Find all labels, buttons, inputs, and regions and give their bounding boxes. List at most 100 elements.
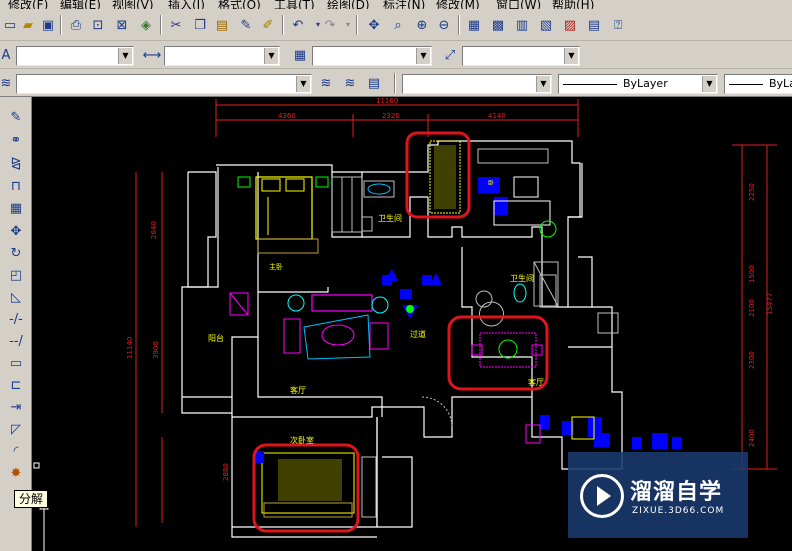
label-balcony: 阳台 <box>208 333 224 343</box>
trim-icon[interactable]: -/- <box>6 309 26 329</box>
paste-icon[interactable]: ▤ <box>212 15 232 35</box>
bathroom-2: 卫生间 <box>475 273 557 308</box>
layers-toolbar: ≋ ▼ ≋ ≋ ▤ ▼ ByLayer▼ ByLa <box>0 69 792 97</box>
dim-overall-width: 11160 <box>376 97 398 105</box>
rotate-icon[interactable]: ↻ <box>6 243 26 263</box>
break-icon[interactable]: ⊏ <box>6 375 26 395</box>
second-bedroom: 次卧室 <box>254 435 355 518</box>
copy-object-icon[interactable]: ⚭ <box>6 130 26 150</box>
open-icon[interactable]: ▰ <box>18 15 38 35</box>
print-icon[interactable]: ⎙ <box>66 15 86 35</box>
match-properties-icon[interactable]: ✎ <box>236 15 256 35</box>
explode-icon[interactable]: ✸ <box>6 463 26 483</box>
sheet-set-icon[interactable]: ▧ <box>536 15 556 35</box>
menu-modify-file[interactable]: 修改(F) <box>8 0 48 9</box>
styles-toolbar: A ▼ ⟷ ▼ ▦ ▼ ⤢ ▼ <box>0 41 792 69</box>
dining-furniture: 客厅 <box>471 332 544 387</box>
layer-states-icon[interactable]: ▤ <box>364 73 384 93</box>
lineweight-select[interactable]: ByLa <box>724 74 792 94</box>
color-select[interactable]: ▼ <box>402 74 552 94</box>
walls <box>181 140 623 538</box>
new-icon[interactable]: ▭ <box>0 15 20 35</box>
label-bathroom-2: 卫生间 <box>510 273 534 283</box>
offset-icon[interactable]: ⊓ <box>6 176 26 196</box>
linetype-select[interactable]: ByLayer ▼ <box>558 74 718 94</box>
undo-icon[interactable]: ↶ <box>288 15 308 35</box>
multileader-style-icon[interactable]: ⤢ <box>440 45 460 65</box>
layer-manager-icon[interactable]: ≋ <box>0 73 16 93</box>
redo-dropdown-icon[interactable]: ▾ <box>338 15 358 35</box>
menu-tools[interactable]: 工具(T) <box>274 0 315 9</box>
publish-icon[interactable]: ⊠ <box>112 15 132 35</box>
modify-toolbar: ✎ ⚭ ⧎ ⊓ ▦ ✥ ↻ ◰ ◺ -/- --/ ▭ ⊏ ⇥ ◸ ◜ ✸ <box>0 97 32 551</box>
help-icon[interactable]: ⍰ <box>608 15 628 35</box>
3d-dwf-icon[interactable]: ◈ <box>136 15 156 35</box>
dim-right-total: 15477 <box>766 293 774 315</box>
extend-icon[interactable]: --/ <box>6 331 26 351</box>
menu-insert[interactable]: 插入(I) <box>168 0 205 9</box>
table-style-select[interactable]: ▼ <box>312 46 432 66</box>
text-style-icon[interactable]: A <box>0 45 16 65</box>
dim-right-3: 2100 <box>748 299 756 317</box>
text-style-select[interactable]: ▼ <box>16 46 134 66</box>
move-icon[interactable]: ✥ <box>6 221 26 241</box>
zoom-previous-icon[interactable]: ⊖ <box>434 15 454 35</box>
join-icon[interactable]: ⇥ <box>6 397 26 417</box>
menu-modify[interactable]: 修改(M) <box>436 0 480 9</box>
dim-left-upper: 2640 <box>150 221 158 239</box>
dim-segment-3: 4140 <box>488 112 506 120</box>
layer-select[interactable]: ▼ <box>16 74 312 94</box>
zoom-realtime-icon[interactable]: ⌕ <box>388 15 408 35</box>
menu-edit[interactable]: 编辑(E) <box>60 0 101 9</box>
menu-view[interactable]: 视图(V) <box>112 0 154 9</box>
menu-help[interactable]: 帮助(H) <box>552 0 594 9</box>
menu-window[interactable]: 窗口(W) <box>496 0 541 9</box>
label-corridor: 过道 <box>410 329 426 339</box>
svg-text:卧: 卧 <box>488 179 494 187</box>
scale-icon[interactable]: ◰ <box>6 265 26 285</box>
markup-icon[interactable]: ▨ <box>560 15 580 35</box>
dim-right-2: 1500 <box>748 265 756 283</box>
dim-segment-1: 4360 <box>278 112 296 120</box>
dim-right-4: 2300 <box>748 351 756 369</box>
save-icon[interactable]: ▣ <box>38 15 58 35</box>
array-icon[interactable]: ▦ <box>6 198 26 218</box>
cut-icon[interactable]: ✂ <box>166 15 186 35</box>
menu-bar: 修改(F) 编辑(E) 视图(V) 插入(I) 格式(O) 工具(T) 绘图(D… <box>0 0 792 9</box>
fillet-icon[interactable]: ◜ <box>6 441 26 461</box>
dim-style-select[interactable]: ▼ <box>164 46 280 66</box>
properties-icon[interactable]: ▦ <box>464 15 484 35</box>
dim-segment-2: 2320 <box>382 112 400 120</box>
label-master: 主卧 <box>269 262 283 271</box>
watermark: 溜溜自学 ZIXUE.3D66.COM <box>568 452 748 538</box>
erase-icon[interactable]: ✎ <box>6 107 26 127</box>
watermark-url: ZIXUE.3D66.COM <box>632 506 725 516</box>
quickcalc-icon[interactable]: ▤ <box>584 15 604 35</box>
table-style-icon[interactable]: ▦ <box>290 45 310 65</box>
make-current-layer-icon[interactable]: ≋ <box>316 73 336 93</box>
redo-icon[interactable]: ↷ <box>320 15 340 35</box>
layer-previous-icon[interactable]: ≋ <box>340 73 360 93</box>
chamfer-icon[interactable]: ◸ <box>6 419 26 439</box>
print-preview-icon[interactable]: ⊡ <box>88 15 108 35</box>
copy-icon[interactable]: ❐ <box>190 15 210 35</box>
menu-format[interactable]: 格式(O) <box>218 0 261 9</box>
dim-left-mid: 3900 <box>152 341 160 359</box>
pan-icon[interactable]: ✥ <box>364 15 384 35</box>
break-at-point-icon[interactable]: ▭ <box>6 353 26 373</box>
dim-right-5: 2400 <box>748 429 756 447</box>
label-bathroom-1: 卫生间 <box>378 213 402 223</box>
living-room-furniture: 阳台 客厅 过道 <box>208 292 426 395</box>
zoom-window-icon[interactable]: ⊕ <box>412 15 432 35</box>
multileader-style-select[interactable]: ▼ <box>462 46 580 66</box>
menu-draw[interactable]: 绘图(D) <box>327 0 370 9</box>
block-editor-icon[interactable]: ✐ <box>258 15 278 35</box>
mirror-icon[interactable]: ⧎ <box>6 153 26 173</box>
play-logo-icon <box>580 474 624 518</box>
dim-style-icon[interactable]: ⟷ <box>142 45 162 65</box>
tool-palettes-icon[interactable]: ▥ <box>512 15 532 35</box>
menu-dimension[interactable]: 标注(N) <box>383 0 425 9</box>
design-center-icon[interactable]: ▩ <box>488 15 508 35</box>
dim-right-1: 2250 <box>748 183 756 201</box>
stretch-icon[interactable]: ◺ <box>6 287 26 307</box>
